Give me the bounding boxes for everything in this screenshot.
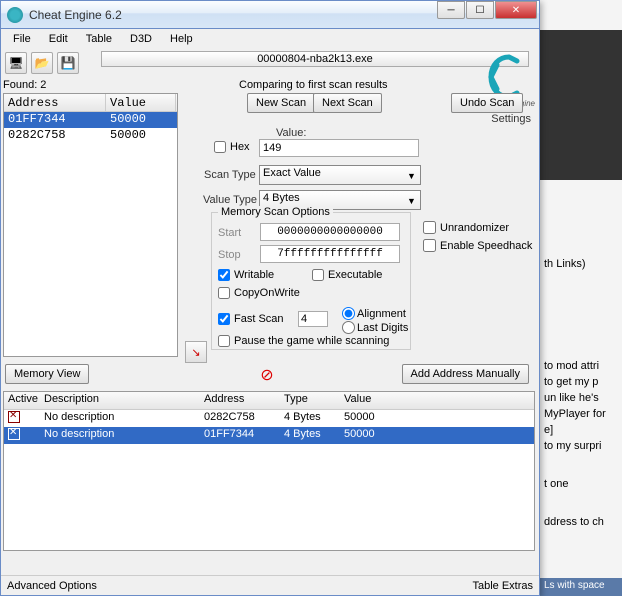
statusbar: Advanced Options Table Extras [1, 575, 539, 595]
col-value[interactable]: Value [340, 392, 420, 409]
save-button[interactable]: 💾 [57, 52, 79, 74]
bg-line: MyPlayer for [544, 408, 606, 420]
bg-line: to get my p [544, 376, 598, 388]
last-digits-radio[interactable]: Last Digits [342, 321, 408, 334]
memory-view-button[interactable]: Memory View [5, 364, 89, 384]
col-address[interactable]: Address [4, 94, 106, 111]
results-header[interactable]: Address Value [4, 94, 177, 112]
cheat-value: 50000 [340, 410, 420, 427]
cheat-desc: No description [40, 427, 200, 444]
settings-link[interactable]: Settings [491, 113, 531, 125]
open-process-button[interactable]: 🖥 [5, 52, 27, 74]
cheat-row[interactable]: No description 0282C758 4 Bytes 50000 [4, 410, 534, 427]
cheat-type: 4 Bytes [280, 427, 340, 444]
menu-table[interactable]: Table [78, 31, 120, 47]
cheat-table[interactable]: Active Description Address Type Value No… [3, 391, 535, 551]
col-description[interactable]: Description [40, 392, 200, 409]
hex-checkbox[interactable]: Hex [214, 141, 250, 153]
computer-icon: 🖥 [8, 56, 23, 70]
bg-line: to mod attri [544, 360, 599, 372]
next-scan-button[interactable]: Next Scan [313, 93, 382, 113]
bg-line: ddress to ch [544, 516, 604, 528]
col-value[interactable]: Value [106, 94, 176, 111]
add-address-manually-button[interactable]: Add Address Manually [402, 364, 529, 384]
writable-checkbox[interactable]: Writable [218, 269, 274, 281]
unrandomizer-checkbox[interactable]: Unrandomizer [423, 221, 509, 234]
table-extras-link[interactable]: Table Extras [472, 580, 533, 592]
result-address: 0282C758 [4, 128, 106, 144]
bg-line: e] [544, 424, 553, 436]
col-address[interactable]: Address [200, 392, 280, 409]
bg-links-title: th Links) [544, 258, 586, 270]
menu-file[interactable]: File [5, 31, 39, 47]
cheat-addr: 0282C758 [200, 410, 280, 427]
process-name[interactable]: 00000804-nba2k13.exe [101, 51, 529, 67]
value-input[interactable] [259, 139, 419, 157]
alignment-radio[interactable]: Alignment [342, 307, 406, 320]
fast-scan-checkbox[interactable]: Fast Scan [218, 313, 284, 325]
undo-scan-button[interactable]: Undo Scan [451, 93, 523, 113]
pause-game-checkbox[interactable]: Pause the game while scanning [218, 335, 389, 347]
window-title: Cheat Engine 6.2 [29, 8, 122, 22]
menubar: File Edit Table D3D Help [1, 29, 539, 49]
cheat-desc: No description [40, 410, 200, 427]
freeze-checkbox[interactable] [8, 428, 20, 440]
result-value: 50000 [106, 128, 176, 144]
no-entry-icon: ⊘ [256, 364, 278, 386]
titlebar[interactable]: Cheat Engine 6.2 ─ ☐ ✕ [1, 1, 539, 29]
bg-line: t one [544, 478, 568, 490]
menu-help[interactable]: Help [162, 31, 201, 47]
menu-d3d[interactable]: D3D [122, 31, 160, 47]
speedhack-checkbox[interactable]: Enable Speedhack [423, 239, 532, 252]
cheat-row[interactable]: No description 01FF7344 4 Bytes 50000 [4, 427, 534, 444]
new-scan-button[interactable]: New Scan [247, 93, 315, 113]
executable-checkbox[interactable]: Executable [312, 269, 382, 281]
col-active[interactable]: Active [4, 392, 40, 409]
copyonwrite-checkbox[interactable]: CopyOnWrite [218, 287, 300, 299]
open-file-button[interactable]: 📂 [31, 52, 53, 74]
scan-type-select[interactable]: Exact Value [259, 165, 421, 185]
bg-line: to my surpri [544, 440, 601, 452]
menu-edit[interactable]: Edit [41, 31, 76, 47]
cheat-engine-window: Cheat Engine 6.2 ─ ☐ ✕ File Edit Table D… [0, 0, 540, 596]
minimize-button[interactable]: ─ [437, 1, 465, 19]
fast-scan-input[interactable] [298, 311, 328, 327]
advanced-options-link[interactable]: Advanced Options [7, 580, 97, 592]
start-address-input[interactable] [260, 223, 400, 241]
add-to-list-button[interactable]: ↘ [185, 341, 207, 363]
maximize-button[interactable]: ☐ [466, 1, 494, 19]
result-row[interactable]: 01FF7344 50000 [4, 112, 177, 128]
app-icon [7, 7, 23, 23]
value-type-label: Value Type [203, 194, 257, 206]
col-type[interactable]: Type [280, 392, 340, 409]
result-row[interactable]: 0282C758 50000 [4, 128, 177, 144]
bg-line: un like he's [544, 392, 599, 404]
scan-type-label: Scan Type [204, 169, 256, 181]
memory-scan-options-group: Memory Scan Options Start Stop Writable … [211, 212, 411, 350]
bg-statusbar: Ls with space [540, 578, 622, 596]
stop-address-input[interactable] [260, 245, 400, 263]
close-button[interactable]: ✕ [495, 1, 537, 19]
folder-open-icon: 📂 [35, 56, 50, 70]
arrow-down-right-icon: ↘ [191, 346, 200, 359]
found-count-label: Found: 2 [3, 79, 46, 91]
cheat-value: 50000 [340, 427, 420, 444]
freeze-checkbox[interactable] [8, 411, 20, 423]
cheat-type: 4 Bytes [280, 410, 340, 427]
mem-options-title: Memory Scan Options [218, 206, 333, 218]
value-label: Value: [276, 127, 306, 139]
start-label: Start [218, 227, 241, 239]
result-address: 01FF7344 [4, 112, 106, 128]
background-dark [540, 30, 622, 180]
cheat-table-header[interactable]: Active Description Address Type Value [4, 392, 534, 410]
result-value: 50000 [106, 112, 176, 128]
cheat-addr: 01FF7344 [200, 427, 280, 444]
scan-results-list[interactable]: Address Value 01FF7344 50000 0282C758 50… [3, 93, 178, 357]
comparing-label: Comparing to first scan results [239, 79, 388, 91]
floppy-icon: 💾 [61, 56, 76, 70]
stop-label: Stop [218, 249, 241, 261]
